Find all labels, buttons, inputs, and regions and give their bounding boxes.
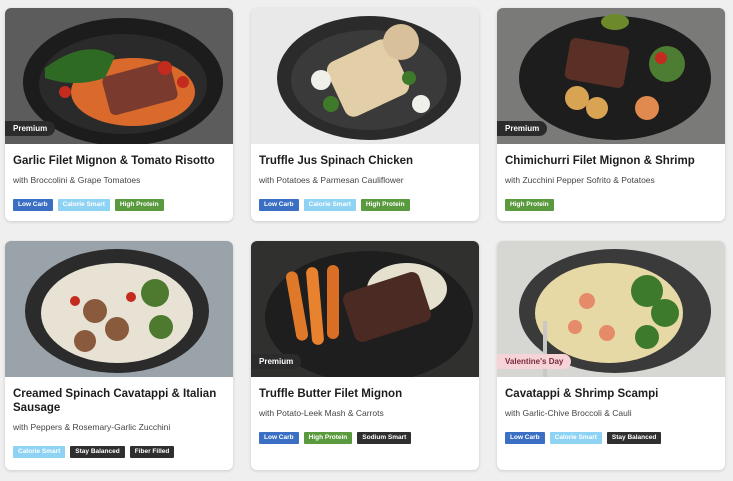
badge-list: High Protein [505, 199, 717, 211]
meal-card[interactable]: Valentine's Day Cavatappi & Shrimp Scamp… [497, 241, 725, 470]
premium-tag: Premium [251, 354, 302, 369]
premium-tag: Premium [5, 121, 56, 136]
meal-card[interactable]: Premium Garlic Filet Mignon & Tomato Ris… [5, 8, 233, 221]
badge-list: Low Carb Calorie Smart High Protein [259, 199, 471, 211]
high-protein-badge: High Protein [360, 199, 410, 211]
meal-title[interactable]: Truffle Butter Filet Mignon [259, 387, 471, 401]
badge-list: Calorie Smart Stay Balanced Fiber Filled [13, 446, 225, 458]
fiber-filled-badge: Fiber Filled [129, 446, 175, 458]
valentines-day-tag: Valentine's Day [497, 354, 572, 369]
sodium-smart-badge: Sodium Smart [357, 432, 412, 444]
meal-card[interactable]: Creamed Spinach Cavatappi & Italian Saus… [5, 241, 233, 470]
low-carb-badge: Low Carb [505, 432, 545, 444]
calorie-smart-badge: Calorie Smart [13, 446, 66, 458]
calorie-smart-badge: Calorie Smart [549, 432, 602, 444]
meal-subtitle: with Broccolini & Grape Tomatoes [13, 175, 141, 185]
low-carb-badge: Low Carb [259, 432, 299, 444]
meal-subtitle: with Potato-Leek Mash & Carrots [259, 408, 384, 418]
meal-title[interactable]: Garlic Filet Mignon & Tomato Risotto [13, 154, 225, 168]
meal-title[interactable]: Cavatappi & Shrimp Scampi [505, 387, 717, 401]
calorie-smart-badge: Calorie Smart [57, 199, 110, 211]
meal-subtitle: with Zucchini Pepper Sofrito & Potatoes [505, 175, 655, 185]
meal-subtitle: with Garlic-Chive Broccoli & Cauli [505, 408, 632, 418]
meal-photo [251, 8, 479, 144]
meal-photo: Premium [5, 8, 233, 144]
calorie-smart-badge: Calorie Smart [303, 199, 356, 211]
badge-list: Low Carb High Protein Sodium Smart [259, 432, 471, 444]
meal-title[interactable]: Creamed Spinach Cavatappi & Italian Saus… [13, 387, 225, 415]
meal-card[interactable]: Premium Truffle Butter Filet Mignon with… [251, 241, 479, 470]
stay-balanced-badge: Stay Balanced [70, 446, 125, 458]
meal-photo: Premium [497, 8, 725, 144]
meal-title[interactable]: Chimichurri Filet Mignon & Shrimp [505, 154, 717, 168]
meal-card[interactable]: Truffle Jus Spinach Chicken with Potatoe… [251, 8, 479, 221]
meal-title[interactable]: Truffle Jus Spinach Chicken [259, 154, 471, 168]
meal-photo: Premium [251, 241, 479, 377]
meal-subtitle: with Peppers & Rosemary-Garlic Zucchini [13, 422, 171, 432]
premium-tag: Premium [497, 121, 548, 136]
low-carb-badge: Low Carb [259, 199, 299, 211]
high-protein-badge: High Protein [505, 199, 554, 211]
badge-list: Low Carb Calorie Smart Stay Balanced [505, 432, 717, 444]
stay-balanced-badge: Stay Balanced [606, 432, 662, 444]
badge-list: Low Carb Calorie Smart High Protein [13, 199, 225, 211]
meal-subtitle: with Potatoes & Parmesan Cauliflower [259, 175, 404, 185]
meal-card[interactable]: Premium Chimichurri Filet Mignon & Shrim… [497, 8, 725, 221]
high-protein-badge: High Protein [114, 199, 164, 211]
meal-photo: Valentine's Day [497, 241, 725, 377]
high-protein-badge: High Protein [303, 432, 353, 444]
low-carb-badge: Low Carb [13, 199, 53, 211]
meal-photo [5, 241, 233, 377]
meal-grid: Premium Garlic Filet Mignon & Tomato Ris… [5, 8, 728, 478]
